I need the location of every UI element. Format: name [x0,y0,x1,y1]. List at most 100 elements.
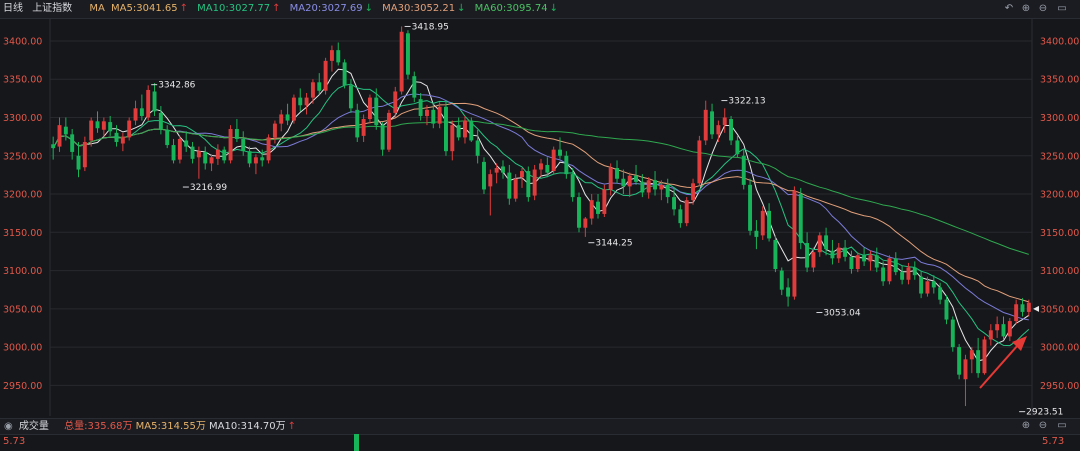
candle [291,94,296,124]
period-label[interactable]: 日线 [3,3,23,14]
candle-body [950,319,955,348]
volume-total: 总量:335.68万 [64,421,133,432]
candle [444,100,448,156]
zoom-out-icon[interactable]: ⊖ [1036,2,1050,16]
candle-body [640,181,645,193]
extreme-annotation: 3053.04 [816,309,861,319]
candle-body [634,175,638,182]
candle-body [507,172,512,199]
candle [982,336,987,375]
candle-body [1007,321,1012,337]
y-tick-label-right: 2950.00 [1040,381,1079,392]
y-tick-label-left: 3000.00 [3,343,42,354]
candle-body [678,209,683,224]
candle-body [843,247,848,257]
candle [931,275,936,294]
candle-body [386,112,391,150]
candle-body [539,163,543,170]
candle-body [424,109,429,116]
candle-body [469,120,474,141]
candlestick-chart[interactable]: 3400.00 3400.00 3350.00 3350.00 3300.00 3300.… [0,18,1080,418]
candle-body [253,157,258,164]
candle [171,138,176,164]
moving-average-lines [52,68,1030,362]
candle-body [672,197,677,210]
candle-body [691,183,696,201]
ma60-value: MA60:3095.74 ↓ [475,3,558,14]
candle-body [862,255,867,262]
candle-body [57,125,62,147]
candle [247,146,252,168]
ma30-arrow: ↓ [457,3,466,14]
volume-toggle-icon[interactable]: ◉ [4,421,13,432]
candle-body [228,128,233,161]
candle-body [380,125,385,150]
collapse-icon[interactable]: ▭ [1055,2,1069,16]
volume-title: 成交量 [18,421,49,432]
candle [900,265,905,285]
candle [133,100,138,126]
candle [253,154,258,175]
y-tick-label-left: 3200.00 [3,190,42,201]
y-tick-label-left: 3350.00 [3,75,42,86]
zoom-in-icon[interactable]: ⊕ [1019,2,1033,16]
volume-panel: 5.73 5.73 [0,434,1080,451]
candle-body [716,125,721,135]
extreme-annotation: 3342.86 [151,81,196,91]
candles [51,26,1031,407]
candle-body [615,168,619,179]
candle-body [912,267,917,276]
candle-body [374,97,379,126]
candle-body [931,281,936,288]
candle [919,270,924,299]
ma10-line [52,83,1030,347]
candle-body [570,174,575,198]
candle-body [919,276,924,294]
candle-body [285,114,290,121]
volume-bar [354,434,359,451]
candle [697,135,702,187]
candle-body [190,146,195,159]
candle-body [520,171,524,178]
volume-collapse-icon[interactable]: ▭ [1055,419,1069,433]
candle-body [925,281,930,294]
undo-icon[interactable]: ↶ [1002,2,1016,16]
candle [405,30,410,80]
annotation-label: 3144.25 [595,239,632,249]
volume-zoom-in-icon[interactable]: ⊕ [1019,419,1033,433]
extreme-annotation: 3144.25 [588,239,633,249]
candle-body [304,97,309,106]
candle [862,247,867,266]
candle-body [355,109,360,138]
candle [868,250,873,271]
candle-body [342,62,347,86]
volume-zoom-out-icon[interactable]: ⊖ [1036,419,1050,433]
candle-body [824,235,829,250]
candle [912,261,917,280]
candle [710,103,715,139]
current-price-marker [1033,305,1039,312]
candle [589,194,594,225]
candle-body [608,168,613,190]
candle-body [551,149,556,172]
annotation-label: 2923.51 [1026,408,1063,418]
candle-body [393,91,398,113]
candle [653,171,658,196]
candle [361,114,366,142]
candle-body [868,255,873,262]
candle-body [627,175,632,187]
y-tick-label-right: 3000.00 [1040,343,1079,354]
candle [716,120,721,142]
candle [146,85,151,121]
candle [748,178,753,236]
candle [767,203,772,242]
candle [228,125,233,164]
candle [190,141,195,164]
y-tick-label-left: 3400.00 [3,36,42,47]
candle-body [957,347,962,375]
candle-body [735,140,740,155]
candle-body [792,190,797,297]
candle-body [482,161,486,190]
candle [792,186,797,300]
candle [323,57,328,95]
